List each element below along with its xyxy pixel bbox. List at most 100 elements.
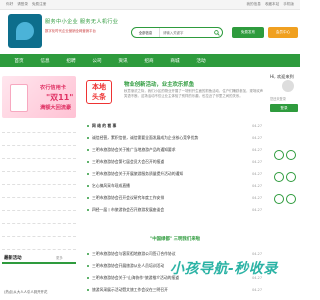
watermark-text: 小孩导航-秒收录 (170, 261, 278, 277)
news-title: 旅游风采展示活动暨文旅工作会议在三明召开 (92, 287, 168, 292)
sidebar-link[interactable] (2, 198, 76, 211)
news-list: 网 络 的 看 事 04-27 诚信经营，累积信誉，诚信需要全面发展成为企业核心竞… (86, 120, 264, 216)
bullet-icon (87, 161, 89, 163)
header-slogan: 服务中小企业 服务无人机行业 (45, 19, 119, 25)
news-date: 04-27 (252, 136, 262, 140)
section-divider (2, 262, 76, 264)
bullet-icon (87, 137, 89, 139)
nav-item-home[interactable]: 首页 (6, 58, 32, 64)
bullet-icon (87, 277, 89, 279)
favorite-link[interactable]: 收藏本站 (265, 2, 279, 7)
news-title: 四经一届丨市旅游协会召开旅游发展座谈会 (92, 207, 165, 212)
search-input[interactable] (160, 28, 212, 37)
top-icon[interactable] (286, 194, 296, 204)
news-title: 三明市旅游协会召开会议研究年度工作安排 (92, 195, 165, 200)
nav-item-info[interactable]: 信息 (32, 58, 58, 64)
latest-event-item[interactable]: (热点)从大人人引人到开开花 (4, 289, 47, 294)
free-post-button[interactable]: 免费发布 (232, 27, 264, 38)
sidebar-link[interactable] (2, 133, 76, 146)
promo-banner[interactable]: 农行信用卡 "双11" 满额大回流豪 (2, 76, 76, 118)
sidebar-link[interactable] (2, 224, 76, 237)
sidebar-link[interactable] (2, 211, 76, 224)
headline-description: 秋意渐浓之际，我们小区的物业开展了一场别开生面的抓鱼活动，住户们踊跃参加，现场欢… (124, 89, 264, 99)
sidebar-link-list (2, 120, 76, 250)
news-date: 04-27 (252, 208, 262, 212)
promo-mid-text: "双11" (46, 93, 74, 102)
site-logo[interactable] (8, 14, 42, 48)
news-row[interactable]: 四经一届丨市旅游协会召开旅游发展座谈会 04-27 (86, 204, 264, 216)
news-row[interactable]: 旅游风采展示活动暨文旅工作会议在三明召开 04-27 (86, 284, 264, 296)
news-date: 04-27 (252, 184, 262, 188)
greeting-text: 你好 (6, 2, 14, 6)
badge-bottom-text: 头条 (92, 93, 106, 101)
sidebar-link[interactable] (2, 120, 76, 133)
nav-item-company[interactable]: 公司 (84, 58, 110, 64)
logo-bird-icon (16, 22, 34, 40)
news-row[interactable]: 三明市旅游协会第七届会员大会召开的报道 04-27 (86, 156, 264, 168)
feedback-icon[interactable] (274, 194, 284, 204)
phone-icon[interactable] (286, 172, 296, 182)
login-button[interactable]: 登录 (270, 104, 298, 112)
my-info-link[interactable]: 我的信息 (246, 2, 260, 7)
login-hint: 您还未登录 (270, 97, 286, 101)
search-icon[interactable] (212, 28, 222, 37)
bullet-icon (87, 265, 89, 267)
news-date: 04-27 (252, 148, 262, 152)
promo-bottom-text: 满额大回流豪 (40, 105, 72, 111)
news-title: 三明市旅游协会关于推广当地旅游产品的通知要求 (92, 147, 176, 152)
sidebar-link[interactable] (2, 185, 76, 198)
login-link[interactable]: 请登录 (17, 2, 28, 7)
news-row[interactable]: 三明市旅游协会召开会议研究年度工作安排 04-27 (86, 192, 264, 204)
nav-item-news[interactable]: 资讯 (110, 58, 136, 64)
latest-events-title: 最新活动 (4, 256, 22, 261)
bullet-icon (87, 125, 89, 127)
header-subslogan: 数字化时代企业营销全网营销平台 (45, 29, 96, 33)
news-date: 04-27 (252, 160, 262, 164)
news-date: 04-27 (252, 196, 262, 200)
nav-item-jobs[interactable]: 招聘 (58, 58, 84, 64)
sidebar-link[interactable] (2, 159, 76, 172)
promo-phone-image (10, 84, 28, 112)
news-date: 04-27 (252, 288, 262, 292)
nav-item-events[interactable]: 活动 (188, 58, 214, 64)
bullet-icon (87, 173, 89, 175)
news-title: 三明市旅游协会关于开展旅游服务质量提升活动的通知 (92, 171, 184, 176)
mobile-link[interactable]: 手机版 (283, 2, 294, 7)
news-title: 网 络 的 看 事 (92, 123, 117, 128)
bullet-icon (87, 185, 89, 187)
bullet-icon (87, 149, 89, 151)
latest-events-more-link[interactable]: 更多 (56, 255, 63, 260)
nav-item-mall[interactable]: 商城 (162, 58, 188, 64)
news-title: 诚信经营，累积信誉，诚信需要全面发展成为企业核心竞争优势 (92, 135, 199, 140)
search-bar: 全部信息 (131, 27, 223, 38)
news-row[interactable]: 三明市旅游协会关于推广当地旅游产品的通知要求 04-27 (86, 144, 264, 156)
search-category-label: 全部信息 (138, 31, 153, 35)
badge-top-text: 本地 (92, 83, 106, 91)
news-title: 三明市旅游协会第七届会员大会召开的报道 (92, 159, 165, 164)
news-row[interactable]: 乞心搞风采车现成直播 04-27 (86, 180, 264, 192)
login-greeting: Hi, 欢迎来到 (270, 74, 294, 79)
register-link[interactable]: 免费注册 (32, 2, 46, 7)
headline-title[interactable]: 物业创新活动，业主欢乐抓鱼 (124, 80, 194, 88)
news-row[interactable]: 网 络 的 看 事 04-27 (86, 120, 264, 132)
avatar (282, 80, 294, 92)
news-date: 04-27 (252, 124, 262, 128)
service-icon[interactable] (274, 150, 284, 160)
main-nav: 首页 信息 招聘 公司 资讯 招商 商城 活动 (0, 54, 300, 67)
news-row[interactable]: 三明市旅游协会关于开展旅游服务质量提升活动的通知 04-27 (86, 168, 264, 180)
wechat-icon[interactable] (286, 150, 296, 160)
chat-icon[interactable] (274, 172, 284, 182)
search-category-select[interactable]: 全部信息 (132, 28, 160, 37)
news-row[interactable]: 诚信经营，累积信誉，诚信需要全面发展成为企业核心竞争优势 04-27 (86, 132, 264, 144)
bullet-icon (87, 209, 89, 211)
news-title: 乞心搞风采车现成直播 (92, 183, 130, 188)
top-bar: 你好 请登录 免费注册 我的信息 收藏本站 手机版 (0, 0, 300, 10)
nav-item-invest[interactable]: 招商 (136, 58, 162, 64)
sidebar-link[interactable] (2, 146, 76, 159)
sidebar-link[interactable] (2, 172, 76, 185)
sidebar-link[interactable] (2, 237, 76, 250)
bullet-icon (87, 289, 89, 291)
member-center-button[interactable]: 会员中心 (268, 27, 298, 38)
promo-top-text: 农行信用卡 (40, 85, 66, 91)
section-heading[interactable]: "中国绿都" 三明我们来啦 (86, 236, 264, 242)
